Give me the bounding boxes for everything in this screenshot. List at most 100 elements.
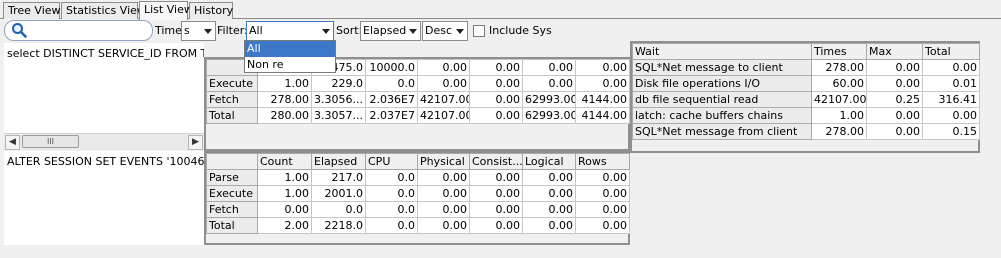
wait-max: 0.00 <box>866 107 923 124</box>
table-row: Parse 1.00 217.0 0.0 0.00 0.00 0.00 0.00 <box>206 169 630 186</box>
filter-select[interactable]: All <box>246 21 334 41</box>
table-cell: 0.0 <box>365 185 418 202</box>
row-label: Execute <box>206 75 258 92</box>
column-header[interactable]: Wait <box>632 43 812 60</box>
include-sys-checkbox[interactable] <box>473 25 485 37</box>
table-cell: 42107.00 <box>417 107 470 124</box>
wait-name: SQL*Net message to client <box>632 59 812 76</box>
statement-panel-1: select DISTINCT SERVICE_ID FROM T_S <box>4 43 204 133</box>
table-row: Fetch 278.00 3.3056... 2.036E7 42107.00 0.00 6… <box>206 91 630 108</box>
wait-times: 42107.00 <box>811 91 867 108</box>
horizontal-scrollbar[interactable]: ◀ III ▶ <box>4 133 204 150</box>
table-cell: 0.00 <box>575 169 630 186</box>
table-cell: 0.0 <box>365 217 418 234</box>
table-cell: 0.00 <box>469 217 523 234</box>
column-header[interactable]: Count <box>257 153 312 170</box>
table-cell: 42107.00 <box>417 91 470 108</box>
table-cell: 0.0 <box>365 169 418 186</box>
search-icon <box>12 23 27 38</box>
statement-panel-2: ALTER SESSION SET EVENTS '10046 trace n <box>4 151 204 245</box>
sort-order-select[interactable]: Desc <box>422 21 468 41</box>
table-cell: 4144.00 <box>575 91 630 108</box>
waits-table: Wait Times Max Total SQL*Net message to cli… <box>632 43 980 140</box>
column-header[interactable]: Elapsed <box>311 153 366 170</box>
table-cell: 0.00 <box>522 59 576 76</box>
table-cell: 278.00 <box>257 91 312 108</box>
table-cell: 0.00 <box>575 217 630 234</box>
table-cell: 2.00 <box>257 217 312 234</box>
row-label: Fetch <box>206 91 258 108</box>
scrollbar-thumb[interactable]: III <box>22 135 79 148</box>
column-header[interactable]: Total <box>922 43 980 60</box>
column-header[interactable]: Physical <box>417 153 470 170</box>
table-row: Total 280.00 3.3057... 2.037E7 42107.00 0.00 6… <box>206 107 630 124</box>
table-cell: 229.0 <box>311 75 366 92</box>
sort-field-select[interactable]: Elapsed <box>360 21 421 41</box>
column-header[interactable] <box>206 153 258 170</box>
column-header[interactable]: Logical <box>522 153 576 170</box>
wait-name: SQL*Net message from client <box>632 123 812 140</box>
table-cell: 0.00 <box>575 201 630 218</box>
table-cell: 3.3056... <box>311 91 366 108</box>
table-header-row: Count Elapsed CPU Physical Consist... Logical… <box>206 153 630 170</box>
table-cell: 0.00 <box>417 217 470 234</box>
statement-text[interactable]: ALTER SESSION SET EVENTS '10046 trace n <box>7 155 204 168</box>
chevron-down-icon <box>322 29 330 34</box>
column-header[interactable]: CPU <box>365 153 418 170</box>
arrow-left-icon[interactable]: ◀ <box>5 135 20 150</box>
tab-statistics-view[interactable]: Statistics View <box>61 2 146 19</box>
table-cell: 0.00 <box>417 59 470 76</box>
table-cell: 0.0 <box>365 201 418 218</box>
table-cell: 3.3057... <box>311 107 366 124</box>
column-header[interactable]: Consist... <box>469 153 523 170</box>
table-row: Total 2.00 2218.0 0.0 0.00 0.00 0.00 0.00 <box>206 217 630 234</box>
row-label: Total <box>206 217 258 234</box>
wait-max: 0.00 <box>866 59 923 76</box>
table-cell: 0.00 <box>522 169 576 186</box>
table-cell: 0.00 <box>469 185 523 202</box>
search-input[interactable] <box>4 20 153 41</box>
tab-history[interactable]: History <box>189 2 233 19</box>
table-cell: 2001.0 <box>311 185 366 202</box>
table-cell: 62993.00 <box>522 91 576 108</box>
table-cell: 2218.0 <box>311 217 366 234</box>
table-cell: 0.00 <box>522 217 576 234</box>
include-sys-label: Include Sys <box>489 24 552 37</box>
wait-max: 0.25 <box>866 91 923 108</box>
table-row: latch: cache buffers chains 1.00 0.00 0.00 <box>632 107 980 124</box>
tab-list-view[interactable]: List View <box>139 1 193 20</box>
wait-total: 0.00 <box>922 107 980 124</box>
arrow-right-icon[interactable]: ▶ <box>188 135 203 150</box>
table-cell: 0.00 <box>417 169 470 186</box>
table-cell: 1.00 <box>257 169 312 186</box>
wait-total: 316.41 <box>922 91 980 108</box>
table-row: SQL*Net message to client 278.00 0.00 0.00 <box>632 59 980 76</box>
filter-option-all[interactable]: All <box>245 41 335 57</box>
table-cell: 10000.0 <box>365 59 418 76</box>
table-cell: 2.036E7 <box>365 91 418 108</box>
table-cell: 0.00 <box>522 75 576 92</box>
time-unit-select[interactable]: s <box>181 21 216 41</box>
table-cell: 0.0 <box>311 201 366 218</box>
statistics-table-2: Count Elapsed CPU Physical Consist... Logical… <box>206 153 630 234</box>
table-cell: 217.0 <box>311 169 366 186</box>
statement-text[interactable]: select DISTINCT SERVICE_ID FROM T_S <box>7 47 204 60</box>
table-cell: 0.00 <box>522 201 576 218</box>
table-cell: 2.037E7 <box>365 107 418 124</box>
table-cell: 0.00 <box>469 107 523 124</box>
column-header[interactable]: Rows <box>575 153 630 170</box>
wait-total: 0.01 <box>922 75 980 92</box>
table-cell: 0.0 <box>365 75 418 92</box>
table-cell: 0.00 <box>469 91 523 108</box>
chevron-down-icon <box>456 29 464 34</box>
filter-option-non-recursive[interactable]: Non re <box>245 57 335 73</box>
row-label: Total <box>206 107 258 124</box>
table-cell: 0.00 <box>417 201 470 218</box>
table-cell: 0.00 <box>575 75 630 92</box>
tab-tree-view[interactable]: Tree View <box>3 2 61 19</box>
chevron-down-icon <box>409 29 417 34</box>
column-header[interactable]: Max <box>866 43 923 60</box>
wait-name: latch: cache buffers chains <box>632 107 812 124</box>
row-label: Execute <box>206 185 258 202</box>
column-header[interactable]: Times <box>811 43 867 60</box>
